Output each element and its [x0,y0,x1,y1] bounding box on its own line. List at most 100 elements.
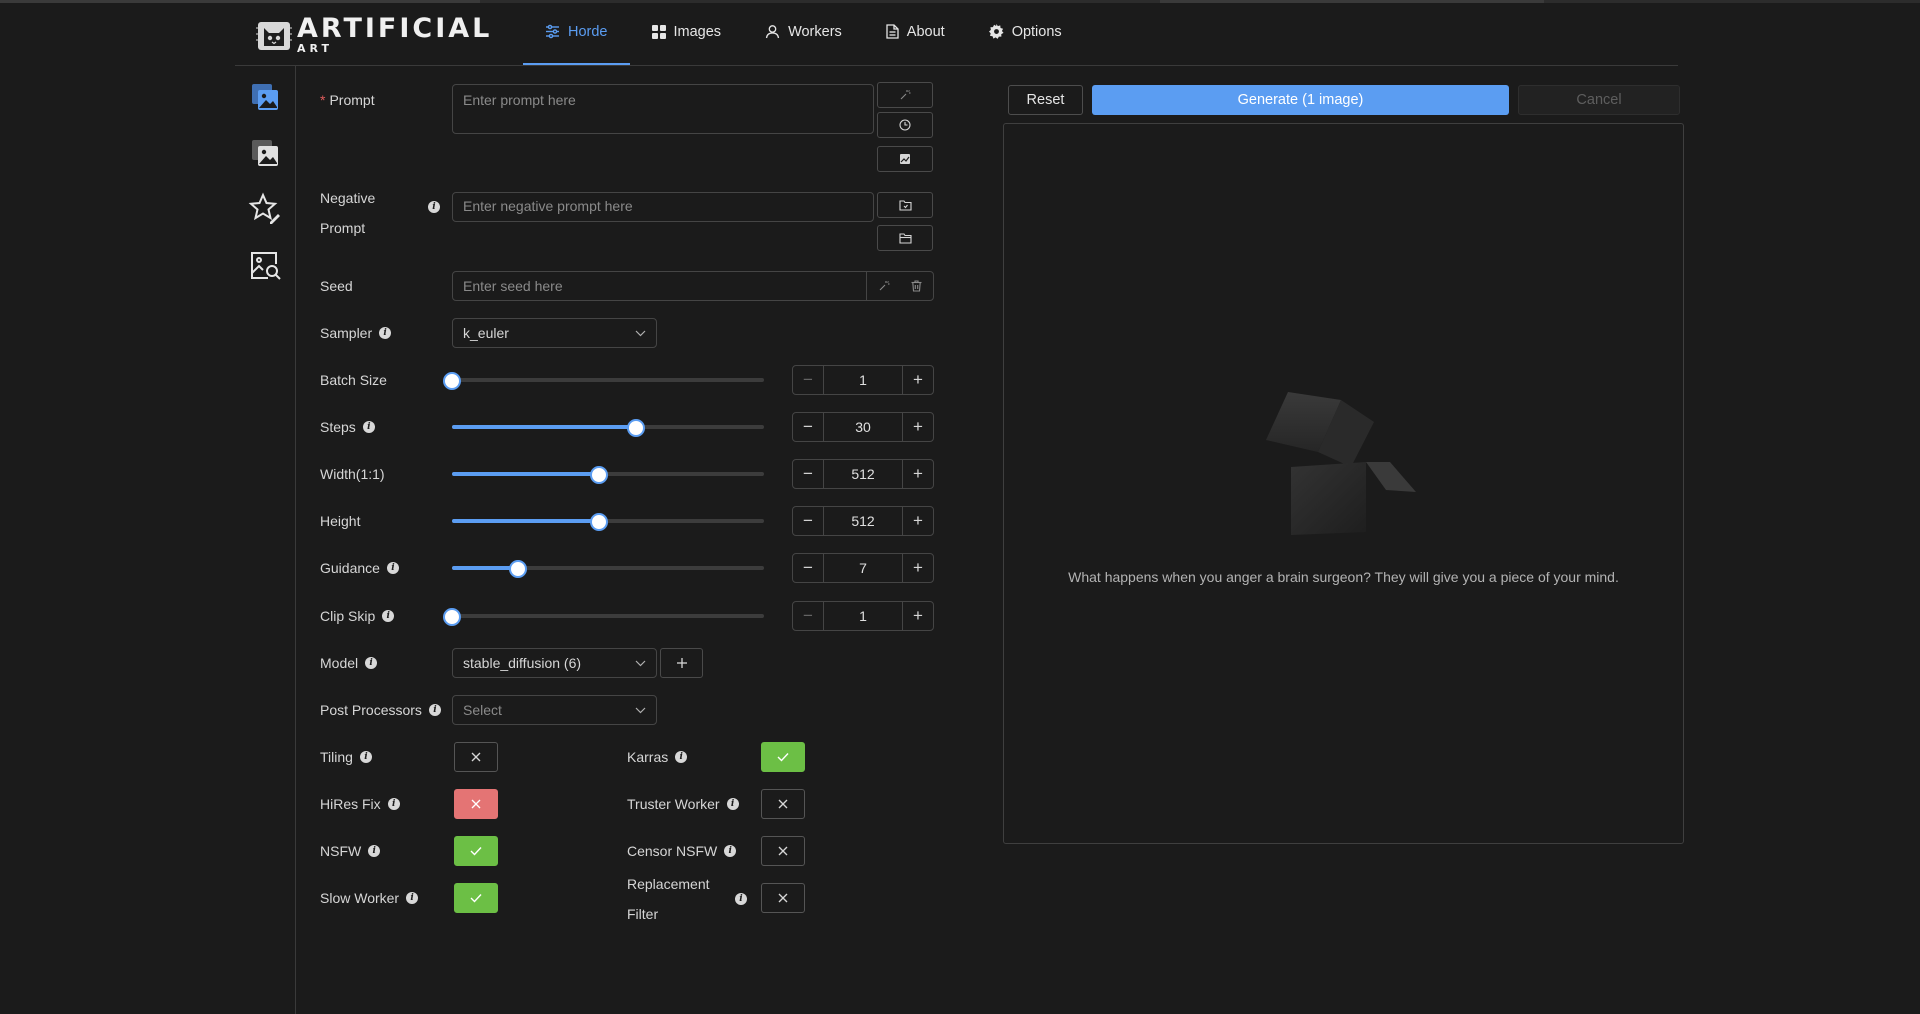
prompt-magic-button[interactable] [877,82,933,108]
slider-thumb[interactable] [443,608,461,626]
sampler-select[interactable]: k_euler [452,318,657,348]
nav-options-label: Options [1011,23,1062,40]
slider-thumb[interactable] [508,560,527,578]
truster-worker-toggle[interactable] [761,789,805,819]
negative-prompt-info-icon[interactable]: i [428,201,440,213]
slider-thumb[interactable] [627,419,646,437]
negative-prompt-load-button[interactable] [877,225,933,251]
karras-toggle[interactable] [761,742,805,772]
height-slider[interactable] [452,513,764,531]
decrement-button[interactable]: − [793,366,823,394]
left-sidebar [235,66,296,1014]
decrement-button[interactable]: − [793,413,823,441]
decrement-button[interactable]: − [793,554,823,582]
decrement-button[interactable]: − [793,602,823,630]
random-seed-icon[interactable] [878,280,890,292]
batch-size-slider[interactable] [443,372,764,390]
slider-thumb[interactable] [589,466,608,484]
add-model-button[interactable] [660,648,703,678]
clip-skip-stepper: − 1 + [792,601,934,631]
nav-options[interactable]: Options [967,0,1084,63]
clip-skip-info-icon[interactable]: i [382,610,395,622]
tiling-info-icon[interactable]: i [359,751,372,763]
sampler-info-icon[interactable]: i [379,327,392,339]
tiling-toggle[interactable] [454,742,498,772]
truster-worker-info-icon[interactable]: i [726,798,739,810]
toggle-label-text: Karras [627,749,669,765]
post-processors-label: Post Processors i [320,702,441,718]
clip-skip-value[interactable]: 1 [823,602,903,630]
negative-prompt-input[interactable]: Enter negative prompt here [452,192,874,222]
increment-button[interactable]: + [903,413,933,441]
prompt-input[interactable]: Enter prompt here [452,84,874,134]
nsfw-toggle[interactable] [454,836,498,866]
karras-label: Karras i [627,749,688,765]
slider-thumb[interactable] [443,372,461,390]
replacement-filter-label: Replacement Filter [627,869,710,929]
nav-images[interactable]: Images [630,0,744,63]
increment-button[interactable]: + [903,366,933,394]
post-processors-info-icon[interactable]: i [428,704,441,716]
nsfw-info-icon[interactable]: i [368,845,381,857]
replacement-filter-toggle[interactable] [761,883,805,913]
batch-size-label: Batch Size [320,372,387,388]
sidebar-img2img-button[interactable] [248,136,282,170]
steps-info-icon[interactable]: i [362,421,375,433]
guidance-info-icon[interactable]: i [386,562,399,574]
slider-fill [452,519,599,523]
check-icon [470,847,482,856]
replacement-filter-info-icon[interactable]: i [735,893,747,905]
slow-worker-toggle[interactable] [454,883,498,913]
cancel-button[interactable]: Cancel [1518,85,1680,115]
hires-fix-toggle[interactable] [454,789,498,819]
steps-slider[interactable] [452,419,764,437]
trash-icon[interactable] [911,280,922,292]
censor-nsfw-toggle[interactable] [761,836,805,866]
folder-open-icon [898,233,912,244]
nav-workers[interactable]: Workers [743,0,864,63]
toggle-label-text: Truster Worker [627,796,720,812]
guidance-value[interactable]: 7 [823,554,903,582]
steps-value[interactable]: 30 [823,413,903,441]
width-slider[interactable] [452,466,764,484]
slider-label-text: Batch Size [320,372,387,388]
guidance-slider[interactable] [452,560,764,578]
x-icon [778,893,788,903]
increment-button[interactable]: + [903,460,933,488]
hires-fix-info-icon[interactable]: i [387,798,400,810]
prompt-history-button[interactable] [877,112,933,138]
slider-fill [452,566,518,570]
censor-nsfw-info-icon[interactable]: i [724,845,737,857]
decrement-button[interactable]: − [793,507,823,535]
increment-button[interactable]: + [903,554,933,582]
increment-button[interactable]: + [903,602,933,630]
prompt-save-button[interactable] [877,146,933,172]
height-value[interactable]: 512 [823,507,903,535]
nav-horde-label: Horde [568,23,608,40]
prompt-label: * Prompt [320,92,375,108]
app-logo[interactable]: ARTIFICIAL ART [255,15,492,54]
post-processors-placeholder: Select [463,702,502,718]
karras-info-icon[interactable]: i [675,751,688,763]
nav-horde[interactable]: Horde [523,0,630,65]
model-info-icon[interactable]: i [365,657,378,669]
width-value[interactable]: 512 [823,460,903,488]
nav-about[interactable]: About [864,0,967,63]
sidebar-generate-button[interactable] [248,80,282,114]
sampler-label-text: Sampler [320,325,373,341]
seed-input[interactable]: Enter seed here [452,271,934,301]
post-processors-select[interactable]: Select [452,695,657,725]
generate-button[interactable]: Generate (1 image) [1092,85,1509,115]
slider-thumb[interactable] [589,513,608,531]
sidebar-interrogate-button[interactable] [248,248,282,282]
slow-worker-info-icon[interactable]: i [406,892,419,904]
reset-button[interactable]: Reset [1008,85,1083,115]
decrement-button[interactable]: − [793,460,823,488]
batch-size-value[interactable]: 1 [823,366,903,394]
negative-prompt-save-button[interactable] [877,192,933,218]
model-select[interactable]: stable_diffusion (6) [452,648,657,678]
clip-skip-slider[interactable] [443,608,764,626]
toggle-label-text: Censor NSFW [627,843,718,859]
increment-button[interactable]: + [903,507,933,535]
sidebar-favorites-button[interactable] [248,192,282,226]
